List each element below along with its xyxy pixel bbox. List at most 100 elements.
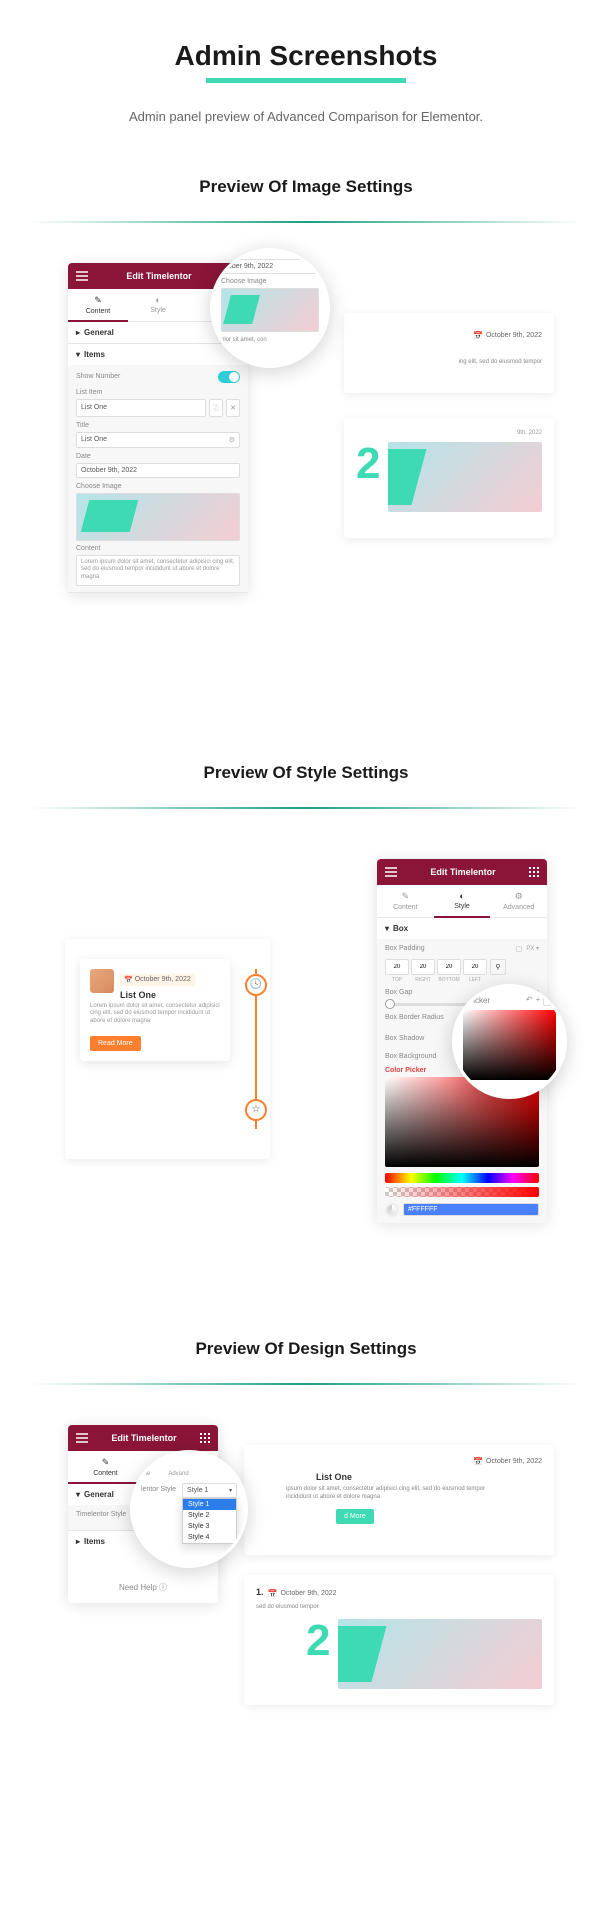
hex-input[interactable]: #FFFFFF [403,1203,539,1216]
tab-style[interactable]: ◐ Style [128,289,188,321]
section-title-image: Preview Of Image Settings [30,177,582,197]
content-textarea[interactable]: Lorem ipsum dolor sit amet, consectetur … [76,555,240,586]
date-badge-4: October 9th, 2022 [268,1589,337,1598]
pencil-icon: ✎ [72,295,124,306]
page-title: Admin Screenshots [30,40,582,72]
zoom-style-label: tyle [141,1471,150,1477]
style-dropdown-list: Style 1 Style 2 Style 3 Style 4 [182,1498,237,1544]
divider [30,1383,582,1385]
tab-content-2[interactable]: ✎Content [377,885,434,917]
hamburger-icon[interactable] [385,867,397,877]
timeline-dot-clock: 🕓 [245,974,267,996]
undo-icon[interactable]: ↶ [526,995,533,1006]
grid-icon[interactable] [200,1433,210,1443]
big-number-2: 2 [356,442,380,512]
card-date-2: 9th, 2022 [517,430,542,436]
style-settings-preview: October 9th, 2022 List One Lorem ipsum d… [30,839,582,1259]
alpha-slider[interactable] [385,1187,539,1197]
content-field-label: Content [76,545,240,552]
zoom-lentor-style: lentor Style [141,1486,176,1493]
section-box[interactable]: ▾ Box [377,918,547,939]
date-badge: October 9th, 2022 [473,331,542,340]
timeline-card: October 9th, 2022 List One Lorem ipsum d… [80,959,230,1061]
pencil-icon: ✎ [381,891,430,902]
box-padding-label: Box Padding [385,945,425,952]
lorem-text: ing elit, sed do eiusmod tempor [356,358,542,366]
hamburger-icon[interactable] [76,271,88,281]
style-dropdown[interactable]: Style 1 ▾ Style 1 Style 2 Style 3 Style … [182,1483,237,1498]
padding-left[interactable] [463,959,487,975]
read-more-button[interactable]: Read More [90,1036,141,1051]
hamburger-icon[interactable] [76,1433,88,1443]
choose-image-label: Choose Image [76,483,240,490]
pencil-icon: ✎ [72,1457,139,1468]
image-preview[interactable] [76,493,240,541]
star-icon: ☆ [252,1104,261,1115]
grid-icon[interactable] [529,867,539,877]
show-number-toggle[interactable] [218,371,240,383]
design-settings-preview: October 9th, 2022 List One ipsum dolor s… [30,1415,582,1735]
chevron-down-icon: ▾ [76,350,80,359]
tab-content-3[interactable]: ✎Content [68,1451,143,1483]
preview-card-1: October 9th, 2022 ing elit, sed do eiusm… [344,313,554,393]
box-gap-label: Box Gap [385,989,412,996]
date-input[interactable]: October 9th, 2022 [76,463,240,478]
pencil-icon[interactable]: ✎ [543,995,556,1006]
section-items: ▾ Items Show Number List Item List One ⿻… [68,344,248,593]
panel-header-3: Edit Timelentor [68,1425,218,1451]
style-option-2[interactable]: Style 2 [183,1510,236,1521]
card-lorem-3: ipsum dolor sit amet, consectetur adipis… [286,1485,542,1502]
border-radius-label: Box Border Radius [385,1014,444,1021]
device-icon[interactable]: ▢ [516,945,523,953]
clock-icon: 🕓 [250,979,262,990]
link-icon[interactable]: ⚲ [490,959,506,975]
help-icon: ⓘ [159,1583,167,1592]
timeline-date: October 9th, 2022 [120,974,195,986]
list-item-label: List Item [76,389,240,396]
contrast-icon: ◐ [132,295,184,305]
style-option-3[interactable]: Style 3 [183,1521,236,1532]
title-input[interactable]: List One ⚙ [76,432,240,448]
hex-row: #FFFFFF [385,1203,539,1217]
zoom-lorem: olor sit amet, con [221,336,319,344]
style-option-4[interactable]: Style 4 [183,1532,236,1543]
read-more-button-3[interactable]: d More [336,1509,374,1524]
zoom-callout-image: tober 9th, 2022 Choose Image olor sit am… [210,248,330,368]
panel-header-2: Edit Timelentor [377,859,547,885]
timelentor-style-label: Timelentor Style [76,1511,126,1518]
px-unit[interactable]: PX ▾ [526,945,539,952]
title-field-label: Title [76,422,240,429]
avatar [90,969,114,993]
timeline-lorem: Lorem ipsum dolor sit amet, consectetur … [90,1003,220,1026]
plus-icon[interactable]: + [536,995,541,1006]
globe-icon[interactable]: ⚙ [229,436,235,444]
style-select[interactable]: Style 1 ▾ [182,1483,237,1498]
zoom-advanced-label: Advand [168,1471,188,1477]
need-help[interactable]: Need Help ⓘ [68,1572,218,1603]
list-item-input[interactable]: List One [76,399,206,417]
close-icon[interactable]: ✕ [226,399,240,417]
padding-right[interactable] [411,959,435,975]
tab-style-2[interactable]: ◐Style [434,885,491,917]
padding-bottom[interactable] [437,959,461,975]
big-number-2b: 2 [306,1619,330,1689]
eyedropper-icon[interactable] [385,1203,399,1217]
chevron-down-icon: ▾ [385,924,389,933]
style-option-1[interactable]: Style 1 [183,1499,236,1510]
copy-icon[interactable]: ⿻ [209,399,223,417]
card-image-4 [338,1619,542,1689]
tab-advanced-2[interactable]: ⚙Advanced [490,885,547,917]
hue-slider[interactable] [385,1173,539,1183]
zoom-color-area[interactable] [463,1010,556,1080]
panel-title: Edit Timelentor [88,271,230,281]
card-lorem-4: sed do eiusmod tempor [256,1603,542,1611]
chevron-right-icon: ▸ [76,328,80,337]
contrast-icon: ◐ [438,891,487,901]
zoom-callout-dropdown: tyle Advand lentor Style Style 1 ▾ Style… [130,1450,248,1568]
section-title-design: Preview Of Design Settings [30,1339,582,1359]
padding-top[interactable] [385,959,409,975]
tab-content[interactable]: ✎ Content [68,289,128,321]
card-title-4: 1. [256,1587,264,1597]
chevron-down-icon: ▾ [229,1487,232,1494]
show-number-label: Show Number [76,373,120,380]
